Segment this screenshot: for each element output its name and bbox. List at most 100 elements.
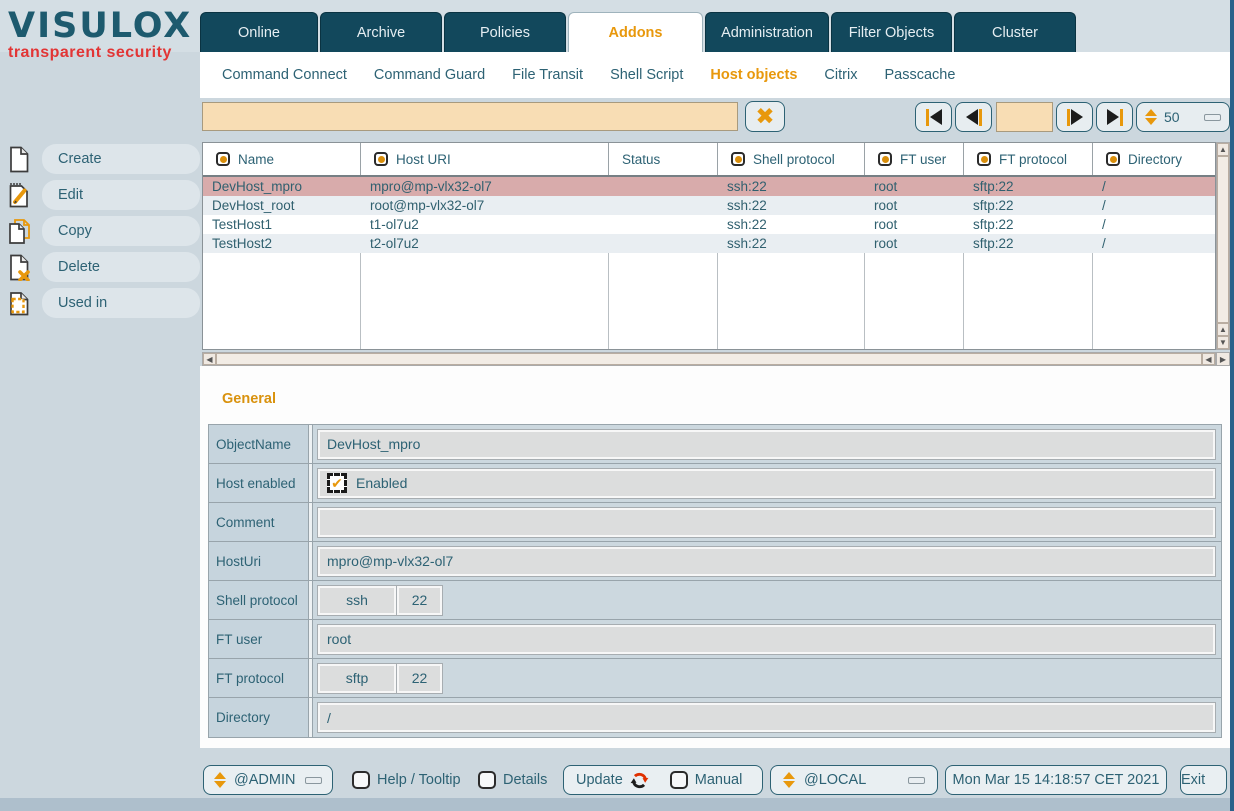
horizontal-scroll-thumb[interactable] bbox=[216, 353, 1202, 365]
search-input[interactable] bbox=[202, 102, 738, 131]
next-page-button[interactable] bbox=[1056, 102, 1093, 132]
column-header-ft-protocol[interactable]: FT protocol bbox=[964, 143, 1093, 175]
previous-page-icon bbox=[966, 109, 978, 125]
table-row-DevHost_mpro[interactable]: DevHost_mprompro@mp-vlx32-ol7ssh:22roots… bbox=[203, 177, 1215, 196]
tab-online[interactable]: Online bbox=[200, 12, 318, 52]
table-row-TestHost2[interactable]: TestHost2t2-ol7u2ssh:22rootsftp:22/ bbox=[203, 234, 1215, 253]
tab-filter-objects[interactable]: Filter Objects bbox=[831, 12, 952, 52]
column-header-status[interactable]: Status bbox=[609, 143, 718, 175]
sidebar-item-edit[interactable]: Edit bbox=[8, 180, 200, 210]
table-cell: sftp:22 bbox=[964, 177, 1093, 196]
subtab-citrix[interactable]: Citrix bbox=[824, 67, 857, 83]
scroll-down-icon[interactable]: ▼ bbox=[1217, 336, 1229, 349]
vertical-scroll-thumb[interactable] bbox=[1217, 156, 1229, 323]
subtab-file-transit[interactable]: File Transit bbox=[512, 67, 583, 83]
table-cell: DevHost_root bbox=[203, 196, 361, 215]
chevron-updown-icon bbox=[214, 772, 226, 788]
clear-search-button[interactable]: ✖ bbox=[745, 101, 785, 132]
sidebar-item-used-in[interactable]: Used in bbox=[8, 288, 200, 318]
tab-addons[interactable]: Addons bbox=[568, 12, 703, 53]
shell-protocol-select[interactable]: ssh bbox=[317, 585, 397, 616]
column-filter-icon bbox=[878, 152, 892, 166]
scroll-left-icon[interactable]: ◀ bbox=[1202, 353, 1215, 365]
subtab-host-objects[interactable]: Host objects bbox=[710, 67, 797, 83]
column-header-label: Status bbox=[622, 152, 660, 167]
form-row-directory: Directory/ bbox=[209, 698, 1221, 737]
tab-administration[interactable]: Administration bbox=[705, 12, 829, 52]
objectname-input[interactable]: DevHost_mpro bbox=[317, 429, 1216, 460]
sidebar-item-create[interactable]: Create bbox=[8, 144, 200, 174]
table-empty-area bbox=[203, 253, 1215, 349]
ft-user-input[interactable]: root bbox=[317, 624, 1216, 655]
table-cell: sftp:22 bbox=[964, 196, 1093, 215]
field-value-area bbox=[313, 503, 1221, 541]
hosturi-input[interactable]: mpro@mp-vlx32-ol7 bbox=[317, 546, 1216, 577]
column-header-directory[interactable]: Directory bbox=[1093, 143, 1217, 175]
field-label: ObjectName bbox=[209, 425, 309, 463]
table-header-row: NameHost URI Status Shell protocolFT userF… bbox=[203, 143, 1215, 177]
first-page-button[interactable] bbox=[915, 102, 952, 132]
table-row-TestHost1[interactable]: TestHost1t1-ol7u2ssh:22rootsftp:22/ bbox=[203, 215, 1215, 234]
sidebar-item-delete[interactable]: Delete bbox=[8, 252, 200, 282]
field-value-area: mpro@mp-vlx32-ol7 bbox=[313, 542, 1221, 580]
column-header-name[interactable]: Name bbox=[203, 143, 361, 175]
field-label: Host enabled bbox=[209, 464, 309, 502]
horizontal-scrollbar[interactable]: ◀ ◀ bbox=[202, 352, 1216, 366]
page-size-select[interactable]: 50 bbox=[1136, 102, 1230, 132]
tab-cluster[interactable]: Cluster bbox=[954, 12, 1076, 52]
page-number-input[interactable] bbox=[996, 102, 1053, 132]
clock-display: Mon Mar 15 14:18:57 CET 2021 bbox=[945, 765, 1167, 795]
manual-checkbox[interactable] bbox=[670, 771, 688, 789]
scroll-left-icon[interactable]: ◀ bbox=[203, 353, 216, 365]
sub-tab-bar: Command Connect Command Guard File Transit… bbox=[200, 52, 1230, 98]
help-tooltip-option[interactable]: Help / Tooltip bbox=[352, 771, 461, 789]
timestamp: Mon Mar 15 14:18:57 CET 2021 bbox=[953, 772, 1160, 788]
previous-page-button[interactable] bbox=[955, 102, 992, 132]
bottom-edge-strip bbox=[0, 798, 1234, 811]
section-title: General bbox=[222, 391, 276, 407]
sidebar-item-copy[interactable]: Copy bbox=[8, 216, 200, 246]
local-scope-select[interactable]: @LOCAL bbox=[770, 765, 938, 795]
help-tooltip-checkbox[interactable] bbox=[352, 771, 370, 789]
subtab-command-connect[interactable]: Command Connect bbox=[222, 67, 347, 83]
exit-button[interactable]: Exit bbox=[1180, 765, 1227, 795]
host-objects-table: NameHost URI Status Shell protocolFT userF… bbox=[202, 142, 1216, 350]
tab-policies[interactable]: Policies bbox=[444, 12, 566, 52]
visulox-logo: VISULOX transparent security bbox=[8, 8, 193, 62]
ft-protocol-port-input[interactable]: 22 bbox=[397, 663, 443, 694]
details-checkbox[interactable] bbox=[478, 771, 496, 789]
table-cell: t2-ol7u2 bbox=[361, 234, 609, 253]
sidebar-item-label: Delete bbox=[42, 252, 200, 282]
table-cell: sftp:22 bbox=[964, 215, 1093, 234]
comment-input[interactable] bbox=[317, 507, 1216, 538]
ft-protocol-select[interactable]: sftp bbox=[317, 663, 397, 694]
column-header-ft-user[interactable]: FT user bbox=[865, 143, 964, 175]
subtab-passcache[interactable]: Passcache bbox=[884, 67, 955, 83]
column-header-label: Directory bbox=[1128, 152, 1182, 167]
enabled-checkbox[interactable]: ✔ bbox=[327, 473, 347, 493]
local-scope-label: @LOCAL bbox=[804, 772, 866, 788]
column-header-host-uri[interactable]: Host URI bbox=[361, 143, 609, 175]
scroll-up-icon[interactable]: ▲ bbox=[1217, 143, 1229, 156]
field-label: FT protocol bbox=[209, 659, 309, 697]
column-header-shell-protocol[interactable]: Shell protocol bbox=[718, 143, 865, 175]
directory-input[interactable]: / bbox=[317, 702, 1216, 733]
table-cell: root bbox=[865, 196, 964, 215]
subtab-command-guard[interactable]: Command Guard bbox=[374, 67, 485, 83]
exit-label: Exit bbox=[1181, 772, 1205, 788]
column-filter-icon bbox=[1106, 152, 1120, 166]
shell-protocol-port-input[interactable]: 22 bbox=[397, 585, 443, 616]
tab-archive[interactable]: Archive bbox=[320, 12, 442, 52]
details-option[interactable]: Details bbox=[478, 771, 547, 789]
table-row-DevHost_root[interactable]: DevHost_rootroot@mp-vlx32-ol7ssh:22roots… bbox=[203, 196, 1215, 215]
scroll-right-icon[interactable]: ▶ bbox=[1216, 352, 1230, 366]
subtab-shell-script[interactable]: Shell Script bbox=[610, 67, 683, 83]
last-page-button[interactable] bbox=[1096, 102, 1133, 132]
vertical-scrollbar[interactable]: ▲ ▲ ▼ bbox=[1216, 142, 1230, 350]
scroll-up-icon[interactable]: ▲ bbox=[1217, 323, 1229, 336]
update-button[interactable]: Update bbox=[576, 772, 623, 788]
help-tooltip-label: Help / Tooltip bbox=[377, 772, 461, 788]
table-cell bbox=[609, 177, 718, 196]
admin-scope-select[interactable]: @ADMIN bbox=[203, 765, 333, 795]
form-row-comment: Comment bbox=[209, 503, 1221, 542]
